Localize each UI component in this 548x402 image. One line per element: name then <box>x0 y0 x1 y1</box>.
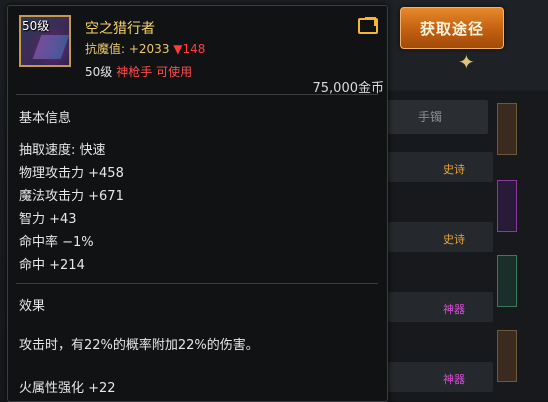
resist-value-row: 抗魔值: +2033 ▼148 <box>85 40 205 57</box>
item-tooltip: 50级 空之猎行者 抗魔值: +2033 ▼148 50级 神枪手 可使用 75,… <box>7 5 388 402</box>
list-item-rarity: 史诗 <box>443 163 465 176</box>
item-thumbnail[interactable] <box>497 103 517 155</box>
get-source-button[interactable]: 获取途径 <box>400 7 504 49</box>
resist-change: ▼148 <box>173 42 206 56</box>
item-icon-level: 50级 <box>22 19 50 33</box>
item-icon: 50级 <box>19 15 71 67</box>
required-level: 50级 <box>85 65 113 79</box>
item-name: 空之猎行者 <box>85 21 155 37</box>
stat-line: 命中率 −1% <box>19 235 94 250</box>
item-thumbnail[interactable] <box>497 330 517 382</box>
divider <box>16 283 378 284</box>
item-thumbnail[interactable] <box>497 180 517 232</box>
stat-line: 智力 +43 <box>19 212 77 227</box>
item-thumbnail[interactable] <box>497 255 517 307</box>
level-row: 50级 神枪手 可使用 <box>85 63 192 80</box>
divider <box>16 94 378 95</box>
effect-description: 攻击时，有22%的概率附加22%的伤害。 <box>19 338 259 353</box>
resist-value: +2033 <box>128 42 170 56</box>
list-header-label: 手镯 <box>418 110 443 124</box>
share-icon[interactable] <box>358 18 378 34</box>
item-art <box>32 35 70 59</box>
list-item-rarity: 神器 <box>443 303 465 316</box>
list-item[interactable] <box>388 362 493 392</box>
section-title-effect: 效果 <box>19 299 46 314</box>
stat-line: 命中 +214 <box>19 258 85 273</box>
list-item-rarity: 史诗 <box>443 233 465 246</box>
sparkle-icon: ✦ <box>458 50 475 74</box>
list-item[interactable] <box>388 292 493 322</box>
stat-line: 火属性强化 +22 <box>19 381 116 396</box>
resist-label: 抗魔值: <box>85 42 129 56</box>
list-item[interactable] <box>388 152 493 182</box>
class-restriction: 神枪手 可使用 <box>116 65 193 79</box>
section-title-basic-info: 基本信息 <box>19 111 72 126</box>
stat-line: 魔法攻击力 +671 <box>19 189 124 204</box>
list-item-rarity: 神器 <box>443 373 465 386</box>
stat-line: 抽取速度: 快速 <box>19 143 106 158</box>
list-item[interactable] <box>388 222 493 252</box>
stat-line: 物理攻击力 +458 <box>19 166 124 181</box>
